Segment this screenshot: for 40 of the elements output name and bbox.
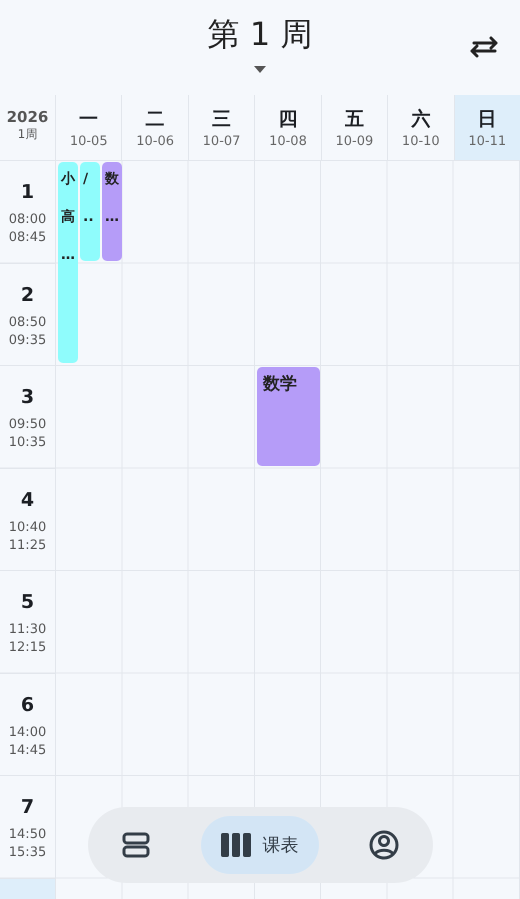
period-number: 1 [20,181,34,203]
year-label: 2026 [6,108,48,126]
period-number: 6 [20,694,34,716]
period-start: 09:50 [8,416,46,434]
period-start: 11:30 [8,621,46,639]
columns-icon [220,833,250,857]
course-card[interactable]: 数学 [256,367,320,466]
profile-icon [369,830,399,860]
day-header: 一 10-05 [56,95,122,160]
period-number: 5 [20,591,34,613]
course-card[interactable]: 小 高 … [58,162,78,363]
period-start: 14:50 [8,826,46,844]
period-number: 7 [20,796,34,818]
day-header: 四 10-08 [255,95,322,160]
course-card[interactable]: / .. [80,162,100,260]
period-end: 12:15 [8,639,46,657]
day-header: 五 10-09 [322,95,388,160]
period-number: 2 [20,284,34,306]
period-number: 4 [20,488,34,510]
nav-tab[interactable]: 课表 [200,816,318,874]
period-end: 14:45 [8,742,46,760]
day-header: 日 10-11 [454,95,520,160]
caret-icon[interactable] [254,66,266,73]
period-start: 08:00 [8,211,46,229]
swap-icon[interactable] [470,36,498,58]
period-start: 10:40 [8,518,46,536]
period-end: 08:45 [8,229,46,247]
period-number: 3 [20,386,34,408]
list-icon [122,832,150,858]
period-start: 08:50 [8,314,46,332]
period-end: 11:25 [8,536,46,554]
period-end: 09:35 [8,332,46,350]
day-header: 三 10-07 [188,95,256,160]
period-end: 10:35 [8,434,46,452]
week-label: 1周 [18,126,38,143]
period-start: 14:00 [8,724,46,742]
course-card[interactable]: 数 … [102,162,122,260]
period-end: 15:35 [8,844,46,862]
day-header: 二 10-06 [122,95,189,160]
week-title[interactable]: 第 1 周 [208,14,312,54]
